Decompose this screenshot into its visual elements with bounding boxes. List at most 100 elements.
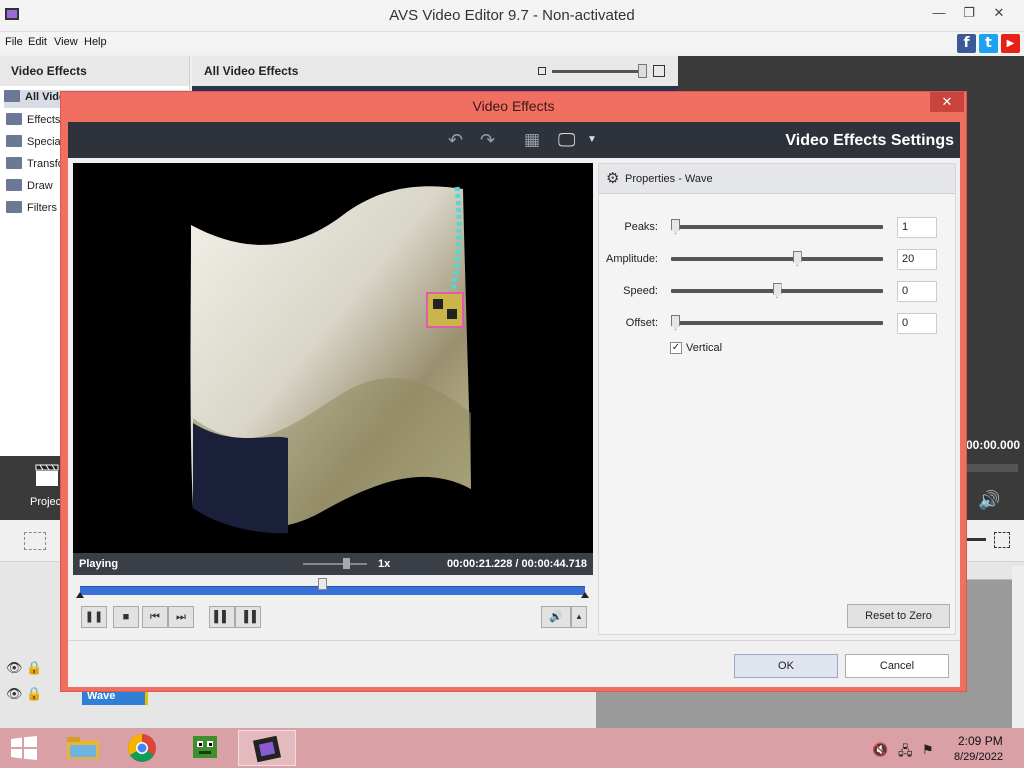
undo-icon[interactable]: ↶ <box>448 130 463 151</box>
playback-speed-thumb[interactable] <box>343 558 350 569</box>
gear-icon: ⚙ <box>606 170 620 187</box>
volume-icon[interactable]: 🔊 <box>541 606 571 628</box>
timeline-zoom-icon[interactable] <box>966 538 986 541</box>
clock-date[interactable]: 8/29/2022 <box>954 751 1003 763</box>
offset-input[interactable]: 0 <box>897 313 937 334</box>
amplitude-slider[interactable] <box>671 257 883 261</box>
menu-bar: File Edit View Help <box>0 32 1024 54</box>
thumbnail-size-thumb[interactable] <box>638 64 647 78</box>
menu-help[interactable]: Help <box>84 36 107 48</box>
playback-time: 00:00:21.228 / 00:00:44.718 <box>446 558 587 570</box>
previous-frame-button[interactable]: ⏮ <box>142 606 168 628</box>
clapperboard-icon[interactable] <box>34 462 60 488</box>
fit-timeline-icon[interactable] <box>994 532 1010 548</box>
restore-button[interactable]: ❐ <box>954 2 984 24</box>
tree-item-filters[interactable]: Filters <box>6 201 66 219</box>
pause-button[interactable]: ❚❚ <box>81 606 107 628</box>
zoom-large-icon[interactable] <box>653 65 665 77</box>
storyboard-icon[interactable] <box>24 532 46 550</box>
folder-icon <box>6 201 22 213</box>
menu-file[interactable]: File <box>5 36 23 48</box>
folder-icon <box>6 113 22 125</box>
playback-status-bar: Playing 1x 00:00:21.228 / 00:00:44.718 <box>73 553 593 575</box>
vertical-checkbox[interactable]: ✓ <box>670 342 682 354</box>
peaks-input[interactable]: 1 <box>897 217 937 238</box>
next-frame-button[interactable]: ⏭ <box>168 606 194 628</box>
properties-panel: ⚙ Properties - Wave Peaks: 1 Amplitude: … <box>598 163 956 635</box>
dialog-close-button[interactable]: ✕ <box>930 92 964 112</box>
taskbar-file-explorer[interactable] <box>54 730 112 766</box>
lock-icon[interactable]: 🔒 <box>26 660 42 676</box>
settings-header-title: Video Effects Settings <box>785 132 954 149</box>
wave-distorted-frame <box>190 186 471 534</box>
video-preview <box>73 163 593 553</box>
speed-slider-thumb[interactable] <box>772 283 782 298</box>
title-bar: AVS Video Editor 9.7 - Non-activated — ❐… <box>0 0 1024 32</box>
network-icon[interactable]: 🖧 <box>898 742 913 764</box>
menu-view[interactable]: View <box>54 36 78 48</box>
speed-input[interactable]: 0 <box>897 281 937 302</box>
taskbar-chrome[interactable] <box>114 730 172 766</box>
monitor-icon[interactable]: 🖵 <box>558 130 575 151</box>
speed-label: Speed: <box>623 285 658 297</box>
start-marker-icon[interactable] <box>76 592 84 598</box>
menu-edit[interactable]: Edit <box>28 36 47 48</box>
lock-icon[interactable]: 🔒 <box>26 686 42 702</box>
taskbar-app-green[interactable] <box>176 730 234 766</box>
dialog-body: ↶ ↷ ▦ 🖵 ▼ Video Effects Settings Playing… <box>68 122 960 687</box>
reset-to-zero-button[interactable]: Reset to Zero <box>847 604 950 628</box>
chrome-icon <box>128 734 156 762</box>
folder-icon <box>6 157 22 169</box>
grid-icon[interactable]: ▦ <box>524 130 540 150</box>
tree-item-transforms[interactable]: Transforms <box>6 157 66 175</box>
film-strip-icon <box>252 735 282 763</box>
eye-icon[interactable]: 👁 <box>6 660 23 676</box>
amplitude-input[interactable]: 20 <box>897 249 937 270</box>
playback-speed-slider[interactable] <box>303 563 367 565</box>
thumbnail-size-slider[interactable] <box>552 70 646 73</box>
action-center-icon[interactable]: ⚑ <box>922 742 934 758</box>
amplitude-slider-thumb[interactable] <box>792 251 802 266</box>
playback-speed-value: 1x <box>378 558 391 570</box>
offset-slider[interactable] <box>671 321 883 325</box>
tree-item-special[interactable]: Special <box>6 135 66 153</box>
zoom-small-icon[interactable] <box>538 67 546 75</box>
redo-icon[interactable]: ↷ <box>480 130 495 151</box>
peaks-slider-thumb[interactable] <box>671 219 680 234</box>
twitter-icon[interactable]: t <box>979 34 998 53</box>
seek-thumb[interactable] <box>318 578 328 590</box>
cancel-button[interactable]: Cancel <box>845 654 949 678</box>
volume-up-arrow-icon[interactable]: ▲ <box>571 606 587 628</box>
youtube-icon[interactable]: ▶ <box>1001 34 1020 53</box>
seek-bar[interactable] <box>80 586 585 595</box>
folder-icon <box>4 90 20 102</box>
windows-start-icon[interactable] <box>10 736 38 760</box>
chevron-down-icon[interactable]: ▼ <box>587 134 597 145</box>
tree-item-effects[interactable]: Effects <box>6 113 66 131</box>
peaks-slider[interactable] <box>671 225 883 229</box>
main-preview-seekbar[interactable] <box>966 464 1018 472</box>
folder-icon <box>6 135 22 147</box>
folder-icon <box>6 179 22 191</box>
tree-item-draw[interactable]: Draw <box>6 179 66 197</box>
minimize-button[interactable]: — <box>924 2 954 24</box>
vertical-label[interactable]: Vertical <box>686 342 722 354</box>
ok-button[interactable]: OK <box>734 654 838 678</box>
clock-time[interactable]: 2:09 PM <box>958 734 1003 748</box>
facebook-icon[interactable]: f <box>957 34 976 53</box>
main-volume-icon[interactable]: 🔊 <box>978 490 1000 511</box>
timeline-scrollbar[interactable] <box>1012 566 1024 728</box>
main-preview-time: 00:00.000 <box>966 438 1021 452</box>
eye-icon[interactable]: 👁 <box>6 686 23 702</box>
end-marker-icon[interactable] <box>581 592 589 598</box>
mark-out-button[interactable]: ▐▐ <box>235 606 261 628</box>
robot-app-icon <box>193 736 217 758</box>
volume-muted-icon[interactable]: 🔇 <box>872 742 888 758</box>
dialog-separator <box>68 640 960 641</box>
offset-label: Offset: <box>625 317 658 329</box>
offset-slider-thumb[interactable] <box>671 315 680 330</box>
mark-in-button[interactable]: ▌▌ <box>209 606 235 628</box>
stop-button[interactable]: ■ <box>113 606 139 628</box>
window-close-button[interactable]: ✕ <box>984 2 1014 24</box>
taskbar-avs-video-editor[interactable] <box>238 730 296 766</box>
